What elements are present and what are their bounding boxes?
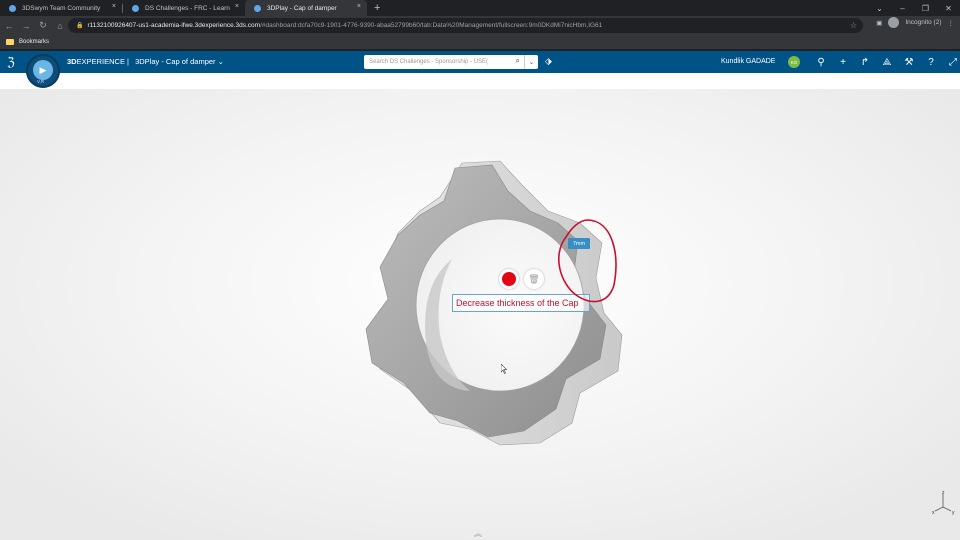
bookmark-folder-icon[interactable]	[6, 39, 14, 45]
address-bar[interactable]: 🔒 r1132100926407-us1-academia-ifwe.3dexp…	[68, 18, 863, 33]
compass-play-icon[interactable]: ▶	[33, 60, 53, 80]
fullscreen-icon[interactable]: ⤢	[942, 55, 960, 69]
network-icon[interactable]: ⟁	[876, 55, 898, 69]
triad-z-label: z	[942, 490, 945, 496]
3d-viewport[interactable]: 🗑 Decrease thickness of the Cap 7mm z x …	[0, 73, 960, 540]
minimize-icon[interactable]: –	[891, 0, 914, 16]
app-title-chevron-icon[interactable]: ⌄	[218, 57, 224, 66]
ds-logo-icon[interactable]: ℨ	[3, 53, 19, 71]
3dexperience-top-bar: ℨ 3DEXPERIENCE | 3DPlay - Cap of damper …	[0, 51, 960, 73]
tag-icon[interactable]: ⬗	[545, 56, 552, 67]
add-icon[interactable]: +	[832, 55, 854, 69]
bookmarks-bar: Bookmarks	[0, 35, 960, 50]
browser-tab-strip: 3DSwym Team Community × DS Challenges - …	[0, 0, 960, 16]
3dplay-favicon-icon	[254, 5, 261, 12]
tab-close-icon[interactable]: ×	[235, 3, 239, 10]
home-icon[interactable]: ⌂	[52, 18, 68, 34]
notifications-icon[interactable]: ⚲	[810, 55, 832, 69]
browser-toolbar: ← → ↻ ⌂ 🔒 r1132100926407-us1-academia-if…	[0, 16, 960, 35]
bookmark-star-icon[interactable]: ☆	[850, 21, 857, 30]
reload-icon[interactable]: ↻	[35, 18, 51, 34]
incognito-label[interactable]: Incognito (2)	[905, 19, 941, 26]
orientation-triad-icon[interactable]: z x y	[930, 489, 958, 517]
tab-title: 3DPlay - Cap of damper	[267, 4, 337, 12]
search-placeholder: Search DS Challenges - Sponsorship - USE…	[369, 59, 489, 65]
platform-brand: 3DEXPERIENCE | 3DPlay - Cap of damper ⌄	[67, 57, 224, 66]
share-icon[interactable]: ↱	[854, 55, 876, 69]
3dswym-favicon-icon	[9, 5, 16, 12]
expand-panel-chevron-icon[interactable]: ︽	[474, 528, 482, 539]
brand-experience: EXPERIENCE |	[76, 57, 129, 66]
close-window-icon[interactable]: ✕	[937, 0, 960, 16]
restore-icon[interactable]: ❐	[914, 0, 937, 16]
bookmarks-label[interactable]: Bookmarks	[19, 39, 49, 45]
help-icon[interactable]: ?	[920, 55, 942, 69]
tab-search-chevron-icon[interactable]: ⌄	[868, 0, 891, 16]
tools-icon[interactable]: ⚒	[898, 55, 920, 69]
side-panel-icon[interactable]: ▣	[876, 19, 882, 27]
back-arrow-icon[interactable]: ←	[1, 18, 17, 34]
menu-dots-icon[interactable]: ⋮	[948, 19, 955, 27]
search-scope-dropdown-icon[interactable]: ⌄	[524, 55, 538, 69]
incognito-icon[interactable]	[888, 17, 900, 28]
brand-3d: 3D	[67, 57, 77, 66]
platform-search-box[interactable]: Search DS Challenges - Sponsorship - USE…	[364, 55, 538, 69]
tab-close-icon[interactable]: ×	[112, 3, 116, 10]
new-tab-button[interactable]: +	[367, 0, 387, 16]
browser-tab-ds-challenges[interactable]: DS Challenges - FRC - Learn ×	[123, 0, 245, 16]
url-host: r1132100926407-us1-academia-ifwe.3dexper…	[87, 22, 261, 29]
compass-quadrant-label: V,R	[37, 79, 45, 84]
browser-tab-3dswym[interactable]: 3DSwym Team Community ×	[0, 0, 122, 16]
triad-x-label: x	[932, 510, 935, 516]
forward-arrow-icon[interactable]: →	[18, 18, 34, 34]
app-title[interactable]: 3DPlay - Cap of damper	[135, 57, 215, 66]
lock-icon[interactable]: 🔒	[76, 22, 83, 29]
user-name[interactable]: Kundlik GADADE	[721, 58, 775, 65]
tab-title: DS Challenges - FRC - Learn	[145, 4, 230, 12]
tab-title: 3DSwym Team Community	[22, 4, 101, 12]
top-bar-actions: ⚲ + ↱ ⟁ ⚒ ? ⤢	[810, 55, 960, 69]
red-circle-markup	[558, 219, 617, 303]
compass-widget[interactable]: ▶ V,R	[26, 54, 60, 88]
ds-challenges-favicon-icon	[132, 5, 139, 12]
user-avatar[interactable]: KG	[788, 56, 800, 68]
window-controls: ⌄ – ❐ ✕	[868, 0, 960, 16]
triad-y-label: y	[952, 510, 955, 516]
tab-close-icon[interactable]: ×	[357, 3, 361, 10]
browser-tab-3dplay[interactable]: 3DPlay - Cap of damper ×	[245, 0, 367, 16]
mouse-cursor-icon	[501, 364, 507, 374]
toolbar-right: ▣ Incognito (2) ⋮	[876, 17, 954, 28]
search-icon[interactable]: ⌕	[516, 56, 520, 66]
url-path: /#dashboard:dcfa70c9-1901-4776-9390-abaa…	[260, 22, 603, 29]
